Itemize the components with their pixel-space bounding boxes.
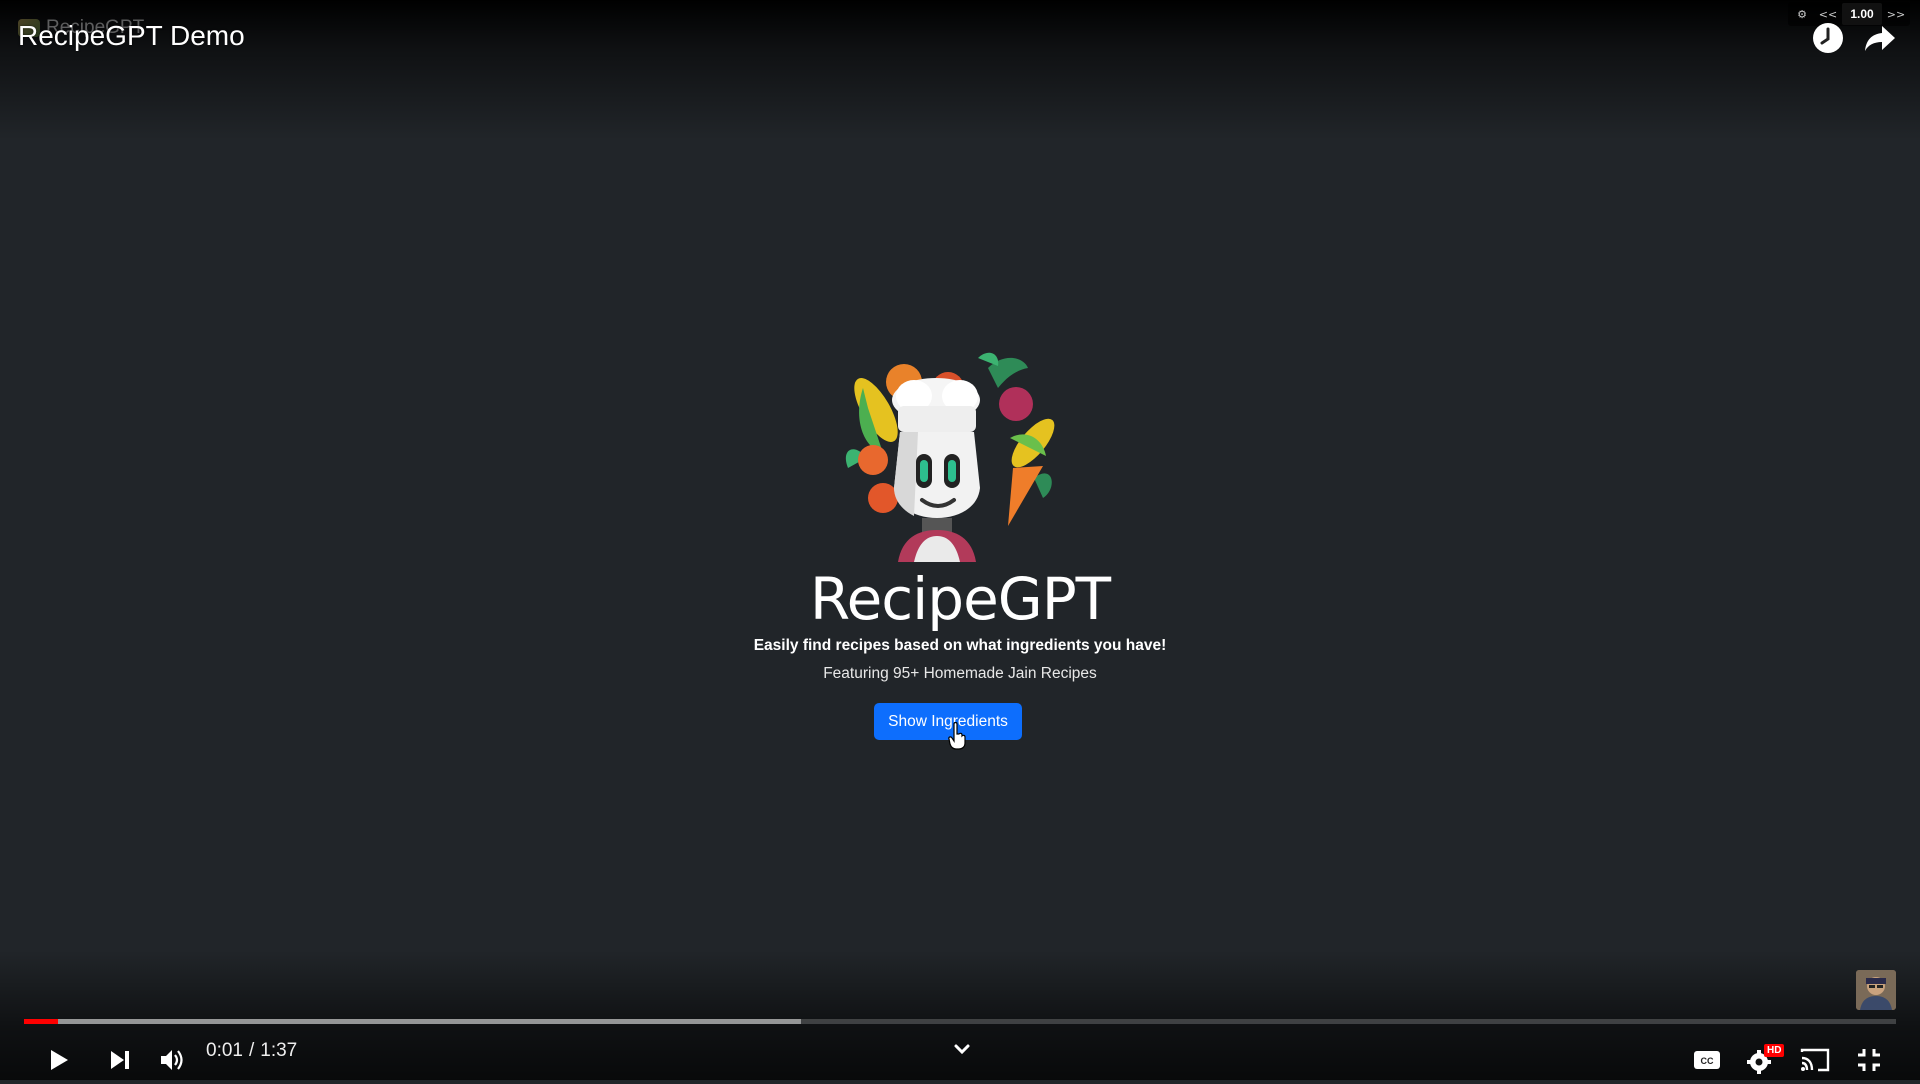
next-button[interactable] (96, 1036, 144, 1084)
time-display: 0:01 / 1:37 (206, 1038, 297, 1064)
chevron-down-icon[interactable] (950, 1040, 974, 1060)
progress-played (24, 1019, 58, 1024)
app-tagline: Easily find recipes based on what ingred… (753, 637, 1167, 654)
app-title: RecipeGPT (809, 565, 1111, 633)
app-subtitle: Featuring 95+ Homemade Jain Recipes (823, 665, 1097, 682)
svg-text:CC: CC (1701, 1056, 1714, 1066)
progress-bar[interactable] (24, 1019, 1896, 1024)
play-icon (51, 1050, 68, 1070)
video-title[interactable]: RecipeGPT Demo (18, 20, 245, 52)
next-icon (111, 1051, 129, 1069)
time-total: 1:37 (260, 1040, 298, 1061)
settings-button[interactable]: HD (1740, 1036, 1788, 1084)
video-frame[interactable]: RecipeGPT Easily find recipes based on w… (0, 0, 1920, 1080)
captions-button[interactable]: CC (1683, 1036, 1731, 1084)
cast-icon (1800, 1048, 1830, 1072)
play-button[interactable] (34, 1036, 82, 1084)
cast-button[interactable] (1791, 1036, 1839, 1084)
share-icon[interactable] (1862, 20, 1898, 56)
exit-fullscreen-icon (1858, 1049, 1880, 1071)
volume-button[interactable] (148, 1036, 196, 1084)
hd-badge: HD (1764, 1044, 1785, 1057)
time-separator: / (248, 1040, 255, 1061)
watch-later-icon[interactable] (1810, 20, 1846, 56)
volume-icon (161, 1050, 183, 1070)
channel-avatar[interactable] (1856, 970, 1896, 1010)
exit-fullscreen-button[interactable] (1845, 1036, 1893, 1084)
top-overlay (0, 0, 1920, 140)
captions-icon: CC (1694, 1051, 1720, 1069)
progress-loaded (24, 1019, 801, 1024)
time-current: 0:01 (206, 1040, 243, 1061)
chef-robot-logo (845, 352, 1055, 562)
hand-cursor-icon (948, 722, 966, 750)
